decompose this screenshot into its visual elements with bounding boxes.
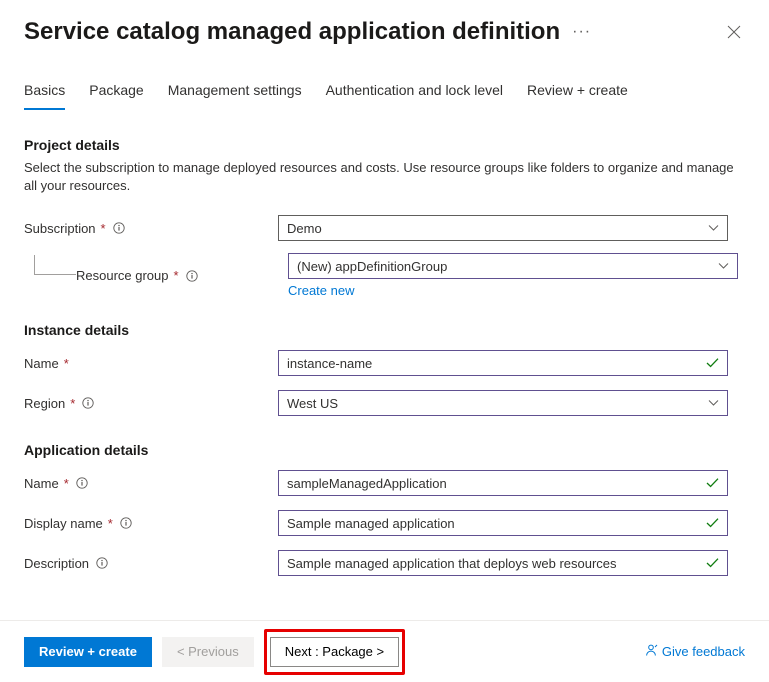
subscription-select[interactable]: Demo: [278, 215, 728, 241]
section-title-application: Application details: [24, 442, 745, 458]
app-name-value: sampleManagedApplication: [287, 476, 447, 491]
display-name-input[interactable]: Sample managed application: [278, 510, 728, 536]
description-input[interactable]: Sample managed application that deploys …: [278, 550, 728, 576]
instance-name-input[interactable]: instance-name: [278, 350, 728, 376]
info-icon[interactable]: [82, 397, 94, 409]
page-title: Service catalog managed application defi…: [24, 18, 560, 46]
required-marker: *: [174, 268, 179, 283]
tab-management-settings[interactable]: Management settings: [168, 82, 302, 110]
display-name-value: Sample managed application: [287, 516, 455, 531]
app-name-input[interactable]: sampleManagedApplication: [278, 470, 728, 496]
tab-package[interactable]: Package: [89, 82, 143, 110]
required-marker: *: [64, 476, 69, 491]
required-marker: *: [108, 516, 113, 531]
required-marker: *: [101, 221, 106, 236]
give-feedback-text: Give feedback: [662, 644, 745, 659]
chevron-down-icon: [708, 225, 719, 232]
display-name-label: Display name: [24, 516, 103, 531]
check-icon: [706, 358, 719, 369]
section-title-instance: Instance details: [24, 322, 745, 338]
info-icon[interactable]: [120, 517, 132, 529]
review-create-button[interactable]: Review + create: [24, 637, 152, 667]
info-icon[interactable]: [113, 222, 125, 234]
resource-group-select[interactable]: (New) appDefinitionGroup: [288, 253, 738, 279]
info-icon[interactable]: [186, 270, 198, 282]
next-package-button[interactable]: Next : Package >: [270, 637, 399, 667]
give-feedback-link[interactable]: Give feedback: [644, 643, 745, 660]
close-icon[interactable]: [723, 21, 745, 43]
region-value: West US: [287, 396, 338, 411]
hierarchy-connector: [34, 255, 76, 275]
section-title-project: Project details: [24, 137, 745, 153]
region-select[interactable]: West US: [278, 390, 728, 416]
instance-name-value: instance-name: [287, 356, 372, 371]
required-marker: *: [64, 356, 69, 371]
highlight-frame: Next : Package >: [264, 629, 405, 675]
more-icon[interactable]: ···: [572, 23, 591, 41]
required-marker: *: [70, 396, 75, 411]
resource-group-value: (New) appDefinitionGroup: [297, 259, 447, 274]
check-icon: [706, 558, 719, 569]
chevron-down-icon: [708, 400, 719, 407]
check-icon: [706, 518, 719, 529]
create-new-link[interactable]: Create new: [288, 283, 354, 298]
info-icon[interactable]: [96, 557, 108, 569]
tab-bar: Basics Package Management settings Authe…: [0, 54, 769, 111]
tab-basics[interactable]: Basics: [24, 82, 65, 110]
check-icon: [706, 478, 719, 489]
resource-group-label: Resource group: [76, 268, 169, 283]
subscription-value: Demo: [287, 221, 322, 236]
instance-name-label: Name: [24, 356, 59, 371]
description-label: Description: [24, 556, 89, 571]
region-label: Region: [24, 396, 65, 411]
previous-button: < Previous: [162, 637, 254, 667]
description-value: Sample managed application that deploys …: [287, 556, 617, 571]
tab-review-create[interactable]: Review + create: [527, 82, 628, 110]
person-icon: [644, 643, 658, 660]
section-desc-project: Select the subscription to manage deploy…: [24, 159, 745, 195]
tab-auth-lock[interactable]: Authentication and lock level: [326, 82, 503, 110]
info-icon[interactable]: [76, 477, 88, 489]
app-name-label: Name: [24, 476, 59, 491]
chevron-down-icon: [718, 263, 729, 270]
footer-bar: Review + create < Previous Next : Packag…: [0, 620, 769, 682]
subscription-label: Subscription: [24, 221, 96, 236]
